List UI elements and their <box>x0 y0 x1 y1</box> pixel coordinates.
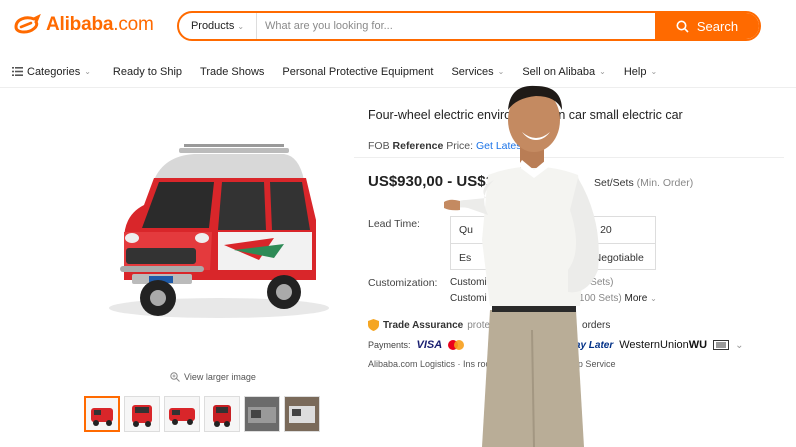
search-bar: Products ⌄ Search <box>177 11 761 41</box>
chevron-down-icon[interactable]: ⌄ <box>735 340 743 351</box>
search-category-select[interactable]: Products ⌄ <box>179 13 257 39</box>
nav-ready-to-ship[interactable]: Ready to Ship <box>113 66 182 78</box>
nav-categories[interactable]: Categories ⌄ <box>12 66 91 78</box>
chevron-down-icon: ⌄ <box>599 67 606 76</box>
search-input[interactable] <box>257 13 655 39</box>
chevron-down-icon: ⌄ <box>84 67 91 76</box>
tt-icon <box>713 340 730 350</box>
thumbnail[interactable] <box>204 396 240 432</box>
header: Alibaba.com Products ⌄ Search <box>0 0 796 52</box>
thumbnail[interactable] <box>84 396 120 432</box>
chevron-down-icon: ⌄ <box>650 67 658 76</box>
chevron-down-icon: ⌄ <box>237 21 245 31</box>
logo-text: Alibaba.com <box>46 14 154 35</box>
menu-icon <box>12 67 23 76</box>
lead-time-label: Lead Time: <box>368 218 420 230</box>
thumbnail[interactable] <box>164 396 200 432</box>
nav-sell-on-alibaba[interactable]: Sell on Alibaba ⌄ <box>522 66 605 78</box>
western-union-icon: WesternUnionWU <box>619 339 708 351</box>
thumbnail[interactable] <box>244 396 280 432</box>
nav-trade-shows[interactable]: Trade Shows <box>200 66 264 78</box>
chevron-down-icon: ⌄ <box>497 67 505 76</box>
product-image[interactable] <box>84 120 354 360</box>
search-icon <box>676 20 689 33</box>
view-larger-image-link[interactable]: View larger image <box>170 372 256 382</box>
customization-label: Customization: <box>368 277 438 289</box>
search-button[interactable]: Search <box>655 13 759 39</box>
thumbnail-strip <box>84 396 320 432</box>
presenter-image <box>444 85 599 447</box>
nav-services[interactable]: Services ⌄ <box>451 66 504 78</box>
more-link[interactable]: More ⌄ <box>625 293 657 304</box>
nav-ppe[interactable]: Personal Protective Equipment <box>282 66 433 78</box>
trade-assurance-shield-icon <box>368 319 379 331</box>
alibaba-logo-icon <box>14 13 41 34</box>
top-nav: Categories ⌄ Ready to Ship Trade Shows P… <box>0 56 796 88</box>
nav-help[interactable]: Help ⌄ <box>624 66 657 78</box>
alibaba-logo[interactable]: Alibaba.com <box>12 12 154 38</box>
thumbnail[interactable] <box>124 396 160 432</box>
thumbnail[interactable] <box>284 396 320 432</box>
zoom-icon <box>170 372 180 382</box>
